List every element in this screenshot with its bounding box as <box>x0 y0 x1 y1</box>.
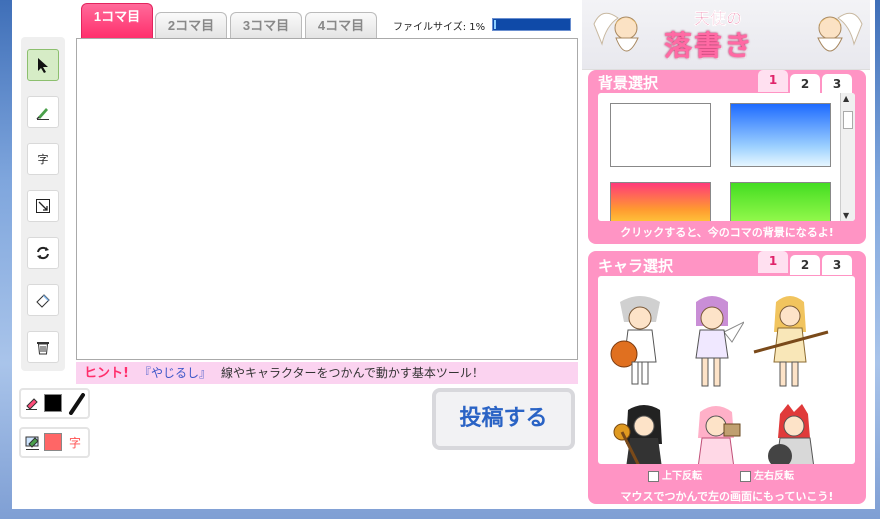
text-color-icon <box>25 436 39 450</box>
background-panel-footer: クリックすると、今のコマの背景になるよ! <box>620 226 834 239</box>
background-panel-title: 背景選択 <box>598 74 659 92</box>
tool-palette: 字 <box>21 37 65 371</box>
text-icon: 字 <box>37 153 49 166</box>
character-tab-1[interactable]: 1 <box>758 251 788 273</box>
character-option-2[interactable] <box>680 292 744 392</box>
pen-color-swatch[interactable] <box>44 394 62 412</box>
submit-button[interactable]: 投稿する <box>432 388 575 450</box>
scroll-thumb[interactable] <box>843 111 853 129</box>
flip-horizontal-checkbox[interactable] <box>740 470 751 482</box>
delete-tool-button[interactable] <box>27 331 59 363</box>
background-option-sunset[interactable] <box>610 182 711 221</box>
hint-tool-name: 『やじるし』 <box>138 366 211 380</box>
text-tool-button[interactable]: 字 <box>27 143 59 175</box>
logo-banner: 天使の 落書き <box>582 0 870 70</box>
character-option-3[interactable] <box>750 292 830 392</box>
pen-icon <box>36 108 49 120</box>
flip-vertical-option[interactable]: 上下反転 <box>648 470 702 484</box>
tab-frame-3[interactable]: 3コマ目 <box>230 12 302 38</box>
flip-horizontal-label: 左右反転 <box>754 471 794 482</box>
resize-tool-button[interactable] <box>27 190 59 222</box>
logo-line2: 落書き <box>664 29 755 62</box>
background-scrollbar[interactable]: ▲ ▼ <box>840 93 855 221</box>
arrow-cursor-icon <box>38 58 48 73</box>
tab-frame-2[interactable]: 2コマ目 <box>155 12 227 38</box>
drawing-canvas[interactable] <box>76 38 578 360</box>
eraser-icon <box>36 294 50 308</box>
flip-horizontal-option[interactable]: 左右反転 <box>740 470 794 484</box>
hint-text: 線やキャラクターをつかんで動かす基本ツール！ <box>220 366 484 380</box>
background-tab-1[interactable]: 1 <box>758 70 788 92</box>
rotate-icon <box>37 246 49 260</box>
background-grid: ▲ ▼ <box>598 93 855 221</box>
character-tab-2[interactable]: 2 <box>790 255 820 275</box>
file-size-label: ファイルサイズ: 1% <box>393 22 486 33</box>
pen-color-box <box>19 388 90 419</box>
character-option-6[interactable] <box>760 404 830 464</box>
background-tab-2[interactable]: 2 <box>790 74 820 94</box>
trash-icon <box>37 342 49 355</box>
character-grid <box>598 276 855 464</box>
resize-icon <box>36 199 50 213</box>
background-option-green[interactable] <box>730 182 831 221</box>
character-option-4[interactable] <box>610 404 674 464</box>
background-option-white[interactable] <box>610 103 711 167</box>
file-size-meter <box>492 18 571 31</box>
character-panel-footer: マウスでつかんで左の画面にもっていこう! <box>620 490 834 503</box>
pen-color-icon <box>26 398 38 410</box>
background-option-sky[interactable] <box>730 103 831 167</box>
hint-bar: ヒント! 『やじるし』 線やキャラクターをつかんで動かす基本ツール！ <box>76 362 578 384</box>
text-color-swatch[interactable] <box>44 433 62 451</box>
select-tool-button[interactable] <box>27 49 59 81</box>
character-option-1[interactable] <box>610 292 670 392</box>
pen-tool-button[interactable] <box>27 96 59 128</box>
character-tab-3[interactable]: 3 <box>822 255 852 275</box>
background-panel: 背景選択 1 2 3 ▲ ▼ クリックすると、今のコマの背景になるよ! <box>588 70 866 244</box>
rotate-tool-button[interactable] <box>27 237 59 269</box>
scroll-up-icon[interactable]: ▲ <box>843 94 849 103</box>
file-size-fill <box>494 20 497 29</box>
eraser-tool-button[interactable] <box>27 284 59 316</box>
text-color-box: 字 <box>19 427 90 458</box>
tab-frame-1[interactable]: 1コマ目 <box>81 3 153 38</box>
character-option-5[interactable] <box>684 404 748 464</box>
tab-frame-4[interactable]: 4コマ目 <box>305 12 377 38</box>
flip-vertical-checkbox[interactable] <box>648 470 659 482</box>
pen-width-icon[interactable] <box>68 393 86 415</box>
character-panel-title: キャラ選択 <box>598 257 674 275</box>
text-color-label: 字 <box>69 436 82 450</box>
hint-prefix: ヒント! <box>84 366 129 381</box>
angel-left-icon <box>593 12 639 52</box>
background-tab-3[interactable]: 3 <box>822 74 852 94</box>
angel-right-icon <box>817 12 863 52</box>
character-panel: キャラ選択 1 2 3 上下反転 左右反転 マウスでつかんで左の画面にもっていこ… <box>588 251 866 504</box>
scroll-down-icon[interactable]: ▼ <box>843 211 849 220</box>
flip-vertical-label: 上下反転 <box>662 471 702 482</box>
